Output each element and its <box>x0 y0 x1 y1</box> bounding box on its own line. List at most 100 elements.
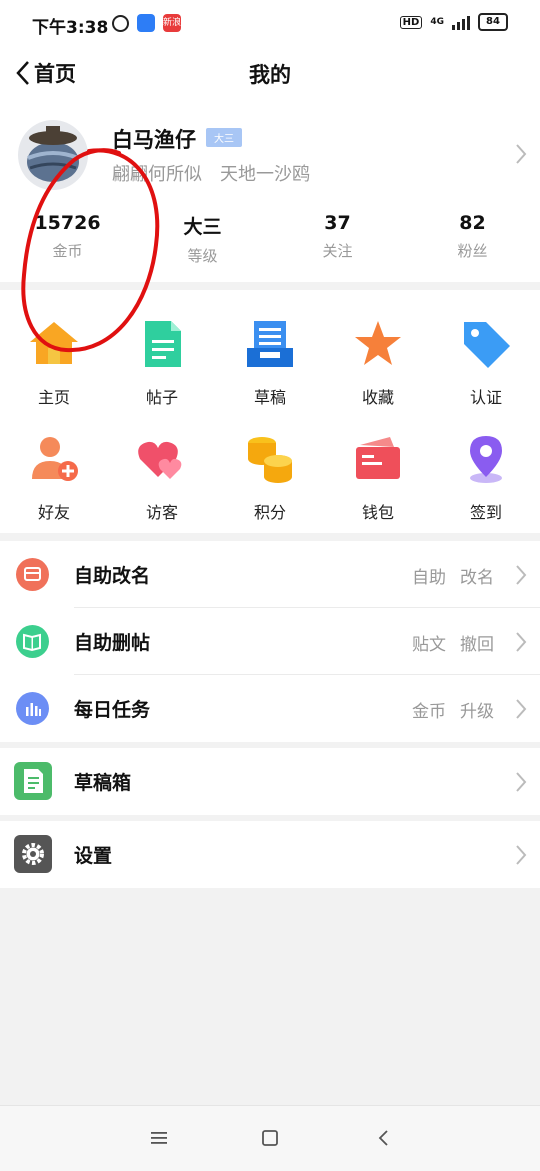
row-subtitle: 自助 改名 <box>398 563 494 588</box>
task-chart-icon <box>16 692 49 725</box>
row-tag: 升级 <box>460 702 494 722</box>
status-bar: 下午3:38 新浪 HD 4G 84 <box>0 0 540 48</box>
coins-icon <box>248 437 292 483</box>
avatar[interactable] <box>18 120 88 190</box>
chevron-right-icon <box>516 144 527 164</box>
stat-level[interactable]: 大三 等级 <box>135 212 270 266</box>
location-pin-icon <box>470 436 502 483</box>
tag-icon <box>464 322 510 368</box>
profile-card[interactable]: 白马渔仔 大三 翩翩何所似 天地一沙鸥 15726 金币 大三 等级 37 关注… <box>0 100 540 282</box>
home-square-icon[interactable] <box>258 1126 282 1150</box>
grid-item-home[interactable]: 主页 <box>0 318 108 408</box>
stat-label: 关注 <box>322 242 353 260</box>
grid-label: 钱包 <box>361 503 394 522</box>
menu-icon[interactable] <box>147 1126 171 1150</box>
home-icon <box>30 322 78 364</box>
grid-item-posts[interactable]: 帖子 <box>108 318 216 408</box>
row-tag: 改名 <box>460 568 494 588</box>
draft-box-icon <box>14 762 52 800</box>
stats-row: 15726 金币 大三 等级 37 关注 82 粉丝 <box>0 212 540 266</box>
service-list: 自助改名 自助 改名 自助删帖 贴文 撤回 每日任务 金币 升级 <box>0 541 540 742</box>
grid-item-visitors[interactable]: 访客 <box>108 433 216 523</box>
battery-icon: 84 <box>478 13 508 31</box>
grid-label: 访客 <box>145 503 178 522</box>
stat-label: 金币 <box>52 242 83 260</box>
status-time: 下午3:38 <box>32 18 109 38</box>
row-title: 设置 <box>74 845 113 867</box>
avatar-image <box>18 120 88 190</box>
post-icon <box>145 321 181 367</box>
chevron-right-icon <box>516 699 527 719</box>
stat-value: 82 <box>459 212 486 234</box>
drafts-list: 草稿箱 <box>0 748 540 815</box>
chevron-right-icon <box>516 772 527 792</box>
grid-label: 主页 <box>37 388 70 407</box>
grid-label: 积分 <box>253 503 286 522</box>
stat-following[interactable]: 37 关注 <box>270 212 405 266</box>
settings-list: 设置 <box>0 821 540 888</box>
chevron-right-icon <box>516 845 527 865</box>
rename-icon <box>16 558 49 591</box>
stat-followers[interactable]: 82 粉丝 <box>405 212 540 266</box>
grid-item-verify[interactable]: 认证 <box>432 318 540 408</box>
add-friend-icon <box>32 437 78 481</box>
user-signature: 翩翩何所似 天地一沙鸥 <box>112 164 310 185</box>
stat-label: 粉丝 <box>457 242 488 260</box>
header: 首页 我的 <box>0 48 540 100</box>
grid-label: 认证 <box>469 388 502 407</box>
row-tag: 贴文 <box>412 635 446 655</box>
row-title: 草稿箱 <box>74 772 132 794</box>
sina-app-icon: 新浪 <box>163 14 181 32</box>
grid-label: 帖子 <box>145 388 178 407</box>
stat-value: 大三 <box>183 216 222 238</box>
status-icons-right: HD 4G 84 <box>399 13 508 31</box>
grid-item-wallet[interactable]: 钱包 <box>324 433 432 523</box>
system-nav-bar <box>0 1105 540 1171</box>
page-title: 我的 <box>249 63 291 87</box>
stat-label: 等级 <box>187 247 218 265</box>
settings-gear-icon <box>14 835 52 873</box>
hearts-icon <box>138 441 182 479</box>
grid-label: 草稿 <box>253 388 286 407</box>
grid-item-favorites[interactable]: 收藏 <box>324 318 432 408</box>
grid-item-friends[interactable]: 好友 <box>0 433 108 523</box>
grid-item-points[interactable]: 积分 <box>216 433 324 523</box>
row-tag: 自助 <box>412 568 446 588</box>
feature-grid: 主页 帖子 草稿 收藏 认证 好友 访客 积分 钱包 签到 <box>0 290 540 533</box>
row-title: 自助改名 <box>74 565 151 587</box>
row-tag: 撤回 <box>460 635 494 655</box>
list-item-delete-post[interactable]: 自助删帖 贴文 撤回 <box>0 608 540 675</box>
book-icon <box>16 625 49 658</box>
list-item-daily-tasks[interactable]: 每日任务 金币 升级 <box>0 675 540 742</box>
star-icon <box>355 321 401 365</box>
back-arrow-icon[interactable] <box>372 1126 396 1150</box>
stat-value: 37 <box>324 212 351 234</box>
row-title: 每日任务 <box>74 699 151 721</box>
wallet-icon <box>356 437 400 479</box>
row-tag: 金币 <box>412 702 446 722</box>
grid-label: 好友 <box>37 503 70 522</box>
draft-icon <box>247 321 293 367</box>
row-subtitle: 贴文 撤回 <box>398 630 494 655</box>
level-badge: 大三 <box>206 128 242 147</box>
hd-icon: HD <box>399 15 423 29</box>
stat-coins[interactable]: 15726 金币 <box>0 212 135 266</box>
alarm-icon <box>112 14 129 32</box>
list-item-settings[interactable]: 设置 <box>0 821 540 888</box>
grid-item-checkin[interactable]: 签到 <box>432 433 540 523</box>
row-subtitle: 金币 升级 <box>398 697 494 722</box>
app-notification-icon <box>137 14 155 32</box>
grid-item-drafts[interactable]: 草稿 <box>216 318 324 408</box>
grid-label: 签到 <box>469 503 502 522</box>
status-icons-left: 新浪 <box>112 14 181 32</box>
list-item-draft-box[interactable]: 草稿箱 <box>0 748 540 815</box>
list-item-rename[interactable]: 自助改名 自助 改名 <box>0 541 540 608</box>
row-title: 自助删帖 <box>74 632 151 654</box>
user-name: 白马渔仔 <box>112 128 196 152</box>
stat-value: 15726 <box>34 212 101 234</box>
chevron-right-icon <box>516 565 527 585</box>
network-type: 4G <box>430 17 444 27</box>
chevron-right-icon <box>516 632 527 652</box>
grid-label: 收藏 <box>361 388 394 407</box>
signal-icon <box>452 14 470 30</box>
